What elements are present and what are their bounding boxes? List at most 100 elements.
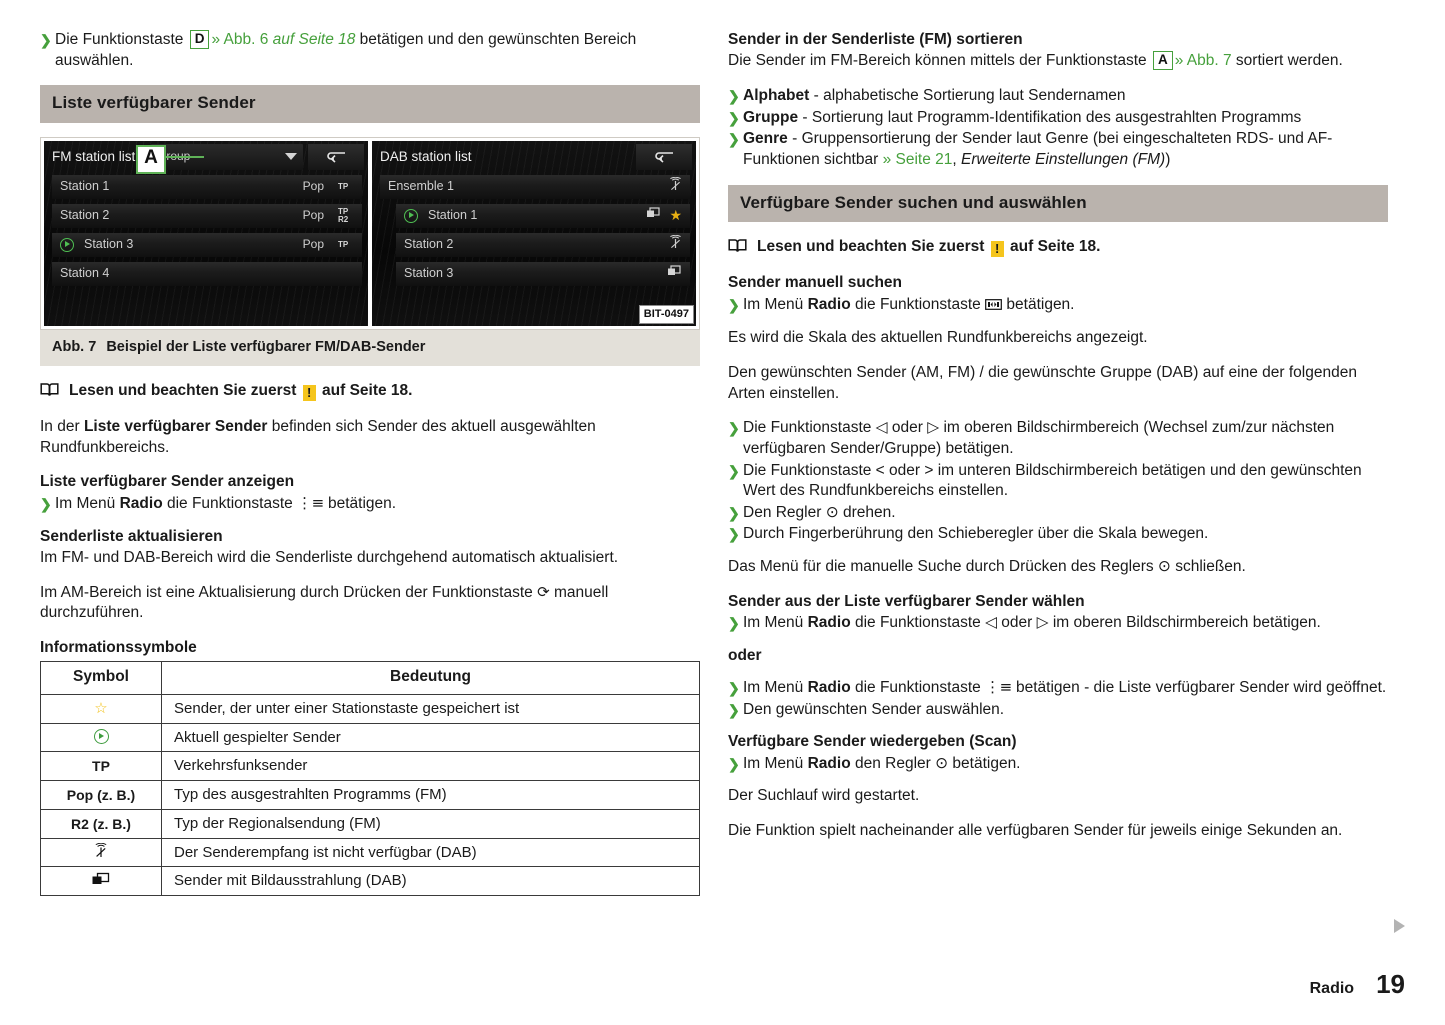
table-row: Sender mit Bildausstrahlung (DAB) [40, 866, 700, 897]
table-row[interactable]: Station 1 Pop TP [52, 174, 362, 199]
bullet-chevron-icon: ❯ [728, 755, 740, 772]
note-pre-text: Lesen und beachten Sie zuerst [757, 237, 989, 255]
function-key-d[interactable]: D [189, 30, 210, 49]
paragraph-funktion: Die Funktion spielt nacheinander alle ve… [728, 821, 1343, 839]
paragraph-liste-verfuegbarer-sender: In der Liste verfügbarer Sender befinden… [40, 417, 700, 458]
fm-screen-topbar: FM station list Group [44, 141, 368, 174]
list-item: ❯ Im Menü Radio die Funktionstaste ◁ ode… [728, 613, 1388, 634]
table-row: TP Verkehrsfunksender [40, 751, 700, 782]
fm-back-button[interactable] [308, 143, 364, 170]
table-header-symbol: Symbol [40, 661, 162, 695]
list-icon: ⋮≡ [985, 678, 1012, 697]
table-row: Pop (z. B.) Typ des ausgestrahlten Progr… [40, 780, 700, 810]
tune-method-text: Den Regler ⊙ drehen. [743, 503, 896, 521]
table-row[interactable]: Station 1 ★ [396, 203, 690, 228]
para-part-a: In der [40, 418, 84, 436]
play-circle-icon [60, 237, 74, 252]
bullet-text-a: Im Menü [743, 679, 808, 697]
list-item: ❯ Die Funktionstaste < oder > im unteren… [728, 461, 1388, 502]
table-row[interactable]: Station 2 [396, 232, 690, 257]
paragraph-suchlauf: Der Suchlauf wird gestartet. [728, 787, 920, 805]
tune-method-text: Die Funktionstaste ◁ oder ▷ im oberen Bi… [743, 419, 1335, 457]
dab-row-name: Ensemble 1 [388, 179, 455, 194]
para-am-a: Im AM-Bereich ist eine Aktualisierung du… [40, 583, 538, 601]
bullet-list-waehlen: ❯ Im Menü Radio die Funktionstaste ◁ ode… [728, 613, 1388, 634]
figure-link-abb7[interactable]: » Abb. 7 [1175, 52, 1232, 69]
callout-a-leader-line [162, 155, 204, 158]
figure-7: FM station list Group [40, 136, 700, 330]
intro-pre-text: Die Funktionstaste [55, 31, 188, 48]
figure-link-page[interactable]: auf Seite 18 [268, 31, 356, 48]
dab-row-name: Station 1 [428, 208, 478, 223]
symbol-cell [40, 866, 162, 897]
back-arrow-icon [655, 151, 673, 163]
star-icon: ☆ [94, 699, 108, 717]
table-row[interactable]: Station 3 [396, 261, 690, 286]
warning-badge: ! [990, 240, 1004, 257]
slideshow-icon [91, 872, 111, 889]
refresh-icon: ⟳ [537, 582, 550, 601]
fm-row-name: Station 1 [60, 179, 110, 194]
paragraph-am-bereich: Im AM-Bereich ist eine Aktualisierung du… [40, 583, 700, 624]
bullet-text-d: betätigen - die Liste verfügbarer Sender… [1011, 679, 1387, 697]
paragraph-menue-schliessen: Das Menü für die manuelle Suche durch Dr… [728, 557, 1246, 575]
figure-link[interactable]: » Abb. 6 [211, 31, 268, 48]
table-row: Der Senderempfang ist nicht verfügbar (D… [40, 837, 700, 868]
list-item: ❯ Im Menü Radio die Funktionstaste betät… [728, 295, 1388, 317]
note-pre-text: Lesen und beachten Sie zuerst [69, 381, 301, 399]
fm-row-pty: Pop [302, 207, 324, 222]
list-item: ❯ Genre - Gruppensortierung der Sender l… [728, 129, 1388, 170]
symbol-cell: R2 (z. B.) [40, 808, 162, 839]
bullet-text-c: den Regler ⊙ betätigen. [850, 754, 1021, 772]
no-reception-icon [669, 177, 682, 196]
heading-scan: Verfügbare Sender wiedergeben (Scan) [728, 733, 1017, 751]
table-row[interactable]: Ensemble 1 [380, 174, 690, 199]
manual-page: ❯ Die Funktionstaste D» Abb. 6 auf Seite… [0, 0, 1445, 1025]
dab-back-button[interactable] [636, 143, 692, 170]
list-item: ❯ Durch Fingerberührung den Schieberegle… [728, 524, 1388, 545]
paragraph-gewuenschter-sender: Den gewünschten Sender (AM, FM) / die ge… [728, 364, 1357, 402]
sort-option-name: Gruppe [743, 108, 799, 126]
sort-option-italic: Erweiterte Einstellungen (FM) [961, 150, 1166, 168]
bullet-list-scan: ❯ Im Menü Radio den Regler ⊙ betätigen. [728, 754, 1388, 775]
menu-name-radio: Radio [119, 494, 163, 512]
manual-tune-icon [985, 296, 1002, 317]
list-item: ❯ Den Regler ⊙ drehen. [728, 503, 1388, 524]
intro-bullet-list: ❯ Die Funktionstaste D» Abb. 6 auf Seite… [40, 30, 700, 71]
tp-flag-icon: TP [338, 239, 349, 249]
section-header-liste-verfuegbarer-sender: Liste verfügbarer Sender [40, 85, 700, 123]
slideshow-icon [667, 265, 682, 282]
dab-station-list-screen: DAB station list Ensemble 1 Station 1 ★ … [372, 140, 696, 326]
bullet-text-c: die Funktionstaste [162, 494, 298, 512]
dab-rows: Ensemble 1 Station 1 ★ Station 2 Station… [372, 173, 696, 286]
book-icon [40, 382, 59, 397]
sort-option-sep: , [952, 150, 962, 168]
bullet-chevron-icon: ❯ [728, 296, 740, 313]
bullet-text-d: betätigen. [1002, 295, 1075, 313]
star-icon: ★ [669, 207, 682, 224]
page-link-21[interactable]: » Seite 21 [883, 151, 953, 168]
continuation-arrow-icon [1394, 919, 1405, 933]
para-part-bold: Liste verfügbarer Sender [83, 418, 268, 436]
sort-option-close: ) [1165, 150, 1171, 168]
table-row[interactable]: Station 2 Pop TP R2 [52, 203, 362, 228]
bullet-chevron-icon: ❯ [728, 131, 740, 148]
heading-informationssymbole: Informationssymbole [40, 638, 197, 656]
play-circle-icon [404, 208, 418, 223]
screens-row: FM station list Group [44, 140, 696, 326]
meaning-cell: Typ des ausgestrahlten Programms (FM) [161, 780, 700, 810]
table-row: R2 (z. B.) Typ der Regionalsendung (FM) [40, 808, 700, 839]
two-column-layout: ❯ Die Funktionstaste D» Abb. 6 auf Seite… [40, 30, 1405, 897]
read-first-note: Lesen und beachten Sie zuerst ! auf Seit… [40, 380, 700, 401]
no-reception-icon [94, 842, 108, 861]
menu-name-radio: Radio [807, 295, 851, 313]
bullet-chevron-icon: ❯ [728, 420, 740, 437]
figure-id-label: BIT-0497 [638, 305, 694, 324]
right-column: Sender in der Senderliste (FM) sortieren… [728, 30, 1388, 896]
list-item: ❯ Im Menü Radio die Funktionstaste ⋮≡ be… [728, 678, 1388, 699]
bullet-chevron-icon: ❯ [728, 615, 740, 631]
symbol-cell: ☆ [40, 693, 162, 724]
table-row[interactable]: Station 3 Pop TP [52, 232, 362, 257]
table-row[interactable]: Station 4 [52, 261, 362, 286]
function-key-a[interactable]: A [1152, 51, 1173, 71]
